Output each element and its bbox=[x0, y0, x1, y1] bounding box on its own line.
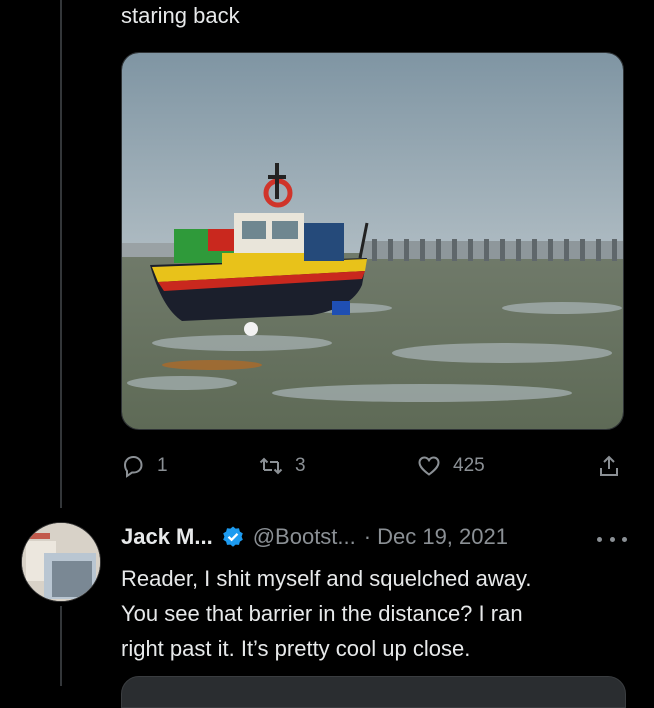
reply-tweet[interactable]: Jack M... @Bootst... · Dec 19, 2021 Read… bbox=[0, 515, 654, 686]
reply-text-line: You see that barrier in the distance? I … bbox=[121, 601, 523, 626]
reply-button[interactable]: 1 bbox=[121, 448, 168, 484]
thread-line-top bbox=[60, 0, 62, 508]
reply-count: 1 bbox=[157, 455, 168, 476]
retweet-button[interactable]: 3 bbox=[259, 448, 306, 484]
like-icon bbox=[418, 456, 440, 476]
reply-date[interactable]: Dec 19, 2021 bbox=[377, 523, 508, 551]
verified-badge-icon bbox=[222, 526, 243, 547]
reply-header: Jack M... @Bootst... · Dec 19, 2021 bbox=[121, 523, 508, 551]
retweet-icon bbox=[259, 457, 283, 475]
avatar[interactable] bbox=[21, 522, 101, 602]
share-icon bbox=[600, 455, 618, 476]
boat-photo-illustration bbox=[122, 53, 623, 429]
like-button[interactable]: 425 bbox=[417, 448, 485, 484]
reply-text: Reader, I shit myself and squelched away… bbox=[121, 561, 621, 666]
tweet-action-bar: 1 3 425 bbox=[121, 448, 631, 484]
reply-separator: · bbox=[363, 524, 372, 549]
avatar-image bbox=[22, 523, 100, 601]
tweet-photo[interactable] bbox=[121, 52, 624, 430]
reply-text-line: Reader, I shit myself and squelched away… bbox=[121, 566, 532, 591]
retweet-count: 3 bbox=[295, 455, 306, 476]
reply-icon bbox=[123, 455, 143, 478]
reply-author-name[interactable]: Jack M... bbox=[121, 523, 213, 551]
tweet-text: staring back bbox=[121, 3, 240, 28]
share-button[interactable] bbox=[597, 448, 621, 484]
reply-text-line: right past it. It’s pretty cool up close… bbox=[121, 636, 471, 661]
reply-author-handle[interactable]: @Bootst... bbox=[253, 523, 356, 551]
reply-photo-peek[interactable] bbox=[121, 676, 626, 708]
more-icon[interactable] bbox=[597, 529, 627, 549]
like-count: 425 bbox=[453, 455, 485, 476]
